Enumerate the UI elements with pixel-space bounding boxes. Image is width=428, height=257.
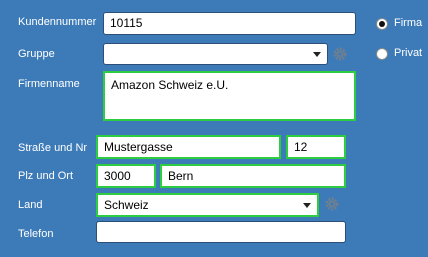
gear-icon[interactable]: [333, 47, 347, 61]
chevron-down-icon[interactable]: [303, 203, 311, 208]
gruppe-label: Gruppe: [18, 48, 55, 60]
chevron-down-icon[interactable]: [313, 52, 321, 57]
radio-firma[interactable]: [376, 18, 388, 30]
plz-ort-label: Plz und Ort: [18, 170, 74, 182]
gruppe-select[interactable]: [103, 43, 328, 65]
ort-input[interactable]: Bern: [160, 164, 346, 188]
gear-icon[interactable]: [325, 197, 339, 211]
telefon-label: Telefon: [18, 228, 54, 240]
firmenname-textarea[interactable]: Amazon Schweiz e.U.: [103, 71, 356, 121]
plz-input[interactable]: 3000: [96, 164, 156, 188]
land-label: Land: [18, 199, 43, 211]
radio-privat[interactable]: [376, 48, 388, 60]
telefon-input[interactable]: [96, 221, 346, 243]
radio-privat-label: Privat: [394, 47, 423, 59]
radio-firma-label: Firma: [394, 17, 423, 29]
kundennummer-label: Kundennummer: [18, 16, 97, 28]
strasse-label: Straße und Nr: [18, 142, 88, 154]
strasse-input[interactable]: Mustergasse: [96, 135, 281, 159]
hausnummer-input[interactable]: 12: [286, 135, 346, 159]
land-select[interactable]: Schweiz: [96, 193, 319, 217]
firmenname-label: Firmenname: [18, 78, 80, 90]
radio-selected-dot: [379, 21, 385, 27]
kundennummer-input[interactable]: 10115: [103, 12, 356, 35]
